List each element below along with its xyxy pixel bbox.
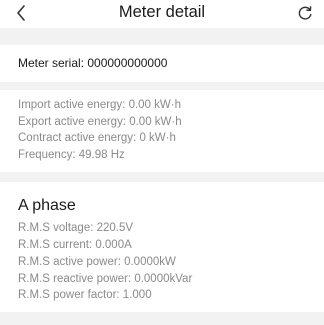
refresh-button[interactable] [294,1,316,25]
a-phase-title: A phase [18,197,76,214]
contract-active-energy: Contract active energy: 0 kW·h [18,132,176,144]
rms-reactive-power: R.M.S reactive power: 0.0000kVar [18,272,193,285]
meter-serial: Meter serial: 000000000000 [18,56,168,70]
page-title: Meter detail [118,3,206,21]
frequency: Frequency: 49.98 Hz [18,148,125,161]
rms-active-power: R.M.S active power: 0.0000kW [18,256,176,268]
rms-voltage: R.M.S voltage: 220.5V [18,222,134,234]
rms-power-factor: R.M.S power factor: 1.000 [18,289,152,301]
meter-detail-page: Meter detail Meter serial: 000000000000 … [0,0,324,325]
a-phase-card: A phase R.M.S voltage: 220.5V R.M.S curr… [0,182,324,312]
meter-serial-card: Meter serial: 000000000000 [0,45,324,82]
refresh-icon [298,6,312,20]
rms-current: R.M.S current: 0.000A [18,239,132,251]
export-active-energy: Export active energy: 0.00 kW·h [18,115,182,128]
energy-card: Import active energy: 0.00 kW·h Export a… [0,90,324,172]
top-bar: Meter detail [0,0,324,28]
import-active-energy: Import active energy: 0.00 kW·h [18,99,181,111]
